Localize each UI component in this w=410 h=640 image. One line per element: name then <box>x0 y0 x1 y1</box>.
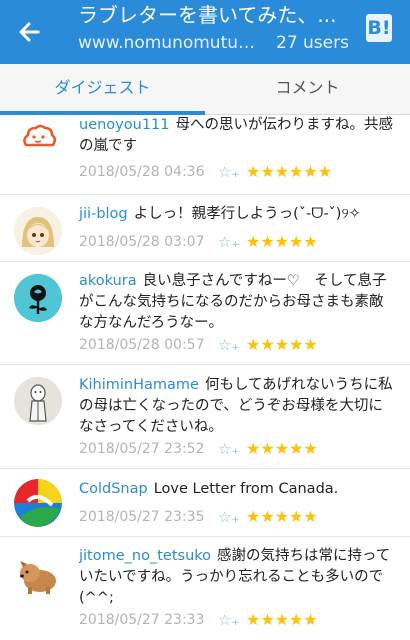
comment-body: KihiminHamame 何もしてあげれないうちに私の母は亡くなったので、どうぞ… <box>79 375 396 438</box>
star-rating: ★★★★★★ <box>246 162 333 181</box>
comment-meta: 2018/05/27 23:52 ☆₊ ★★★★★ <box>79 438 399 460</box>
comment-username[interactable]: akokura <box>79 273 137 289</box>
list-item: jii-blog よしっ！親孝行しようっ(ˇ-ᗜ-ˇ)୨✧ 2018/05/28 … <box>0 195 410 262</box>
tab-bar: ダイジェスト コメント <box>0 64 410 115</box>
comment-username[interactable]: uenoyou111 <box>79 117 170 133</box>
add-star-icon[interactable]: ☆₊ <box>218 507 239 527</box>
cloud-face-icon <box>14 115 62 163</box>
comment-meta: 2018/05/28 03:07 ☆₊ ★★★★★ <box>79 231 399 253</box>
list-item: akokura 良い息子さんですねー♡ そして息子がこんな気持ちになるのだからお母… <box>0 262 410 365</box>
page-title: ラブレターを書いてみた、... <box>78 3 337 27</box>
comment-body: akokura 良い息子さんですねー♡ そして息子がこんな気持ちになるのだからお母… <box>79 271 396 334</box>
bookmark-user-count: 27 users <box>276 33 349 53</box>
hatena-bookmark-button[interactable]: B! <box>366 14 392 42</box>
star-rating: ★★★★★ <box>246 610 318 629</box>
avatar[interactable] <box>14 207 62 255</box>
comment-list: uenoyou111 母への思いが伝わりますね。共感の嵐です 2018/05/28… <box>0 115 410 640</box>
list-item: jitome_no_tetsuko 感謝の気持ちは常に持っていたいですね。うっかり… <box>0 537 410 640</box>
comment-date: 2018/05/27 23:33 <box>79 612 205 628</box>
tab-comments[interactable]: コメント <box>205 64 410 114</box>
colorful-logo-icon <box>14 479 62 527</box>
avatar[interactable] <box>14 377 62 425</box>
comment-username[interactable]: jii-blog <box>79 206 128 222</box>
add-star-icon[interactable]: ☆₊ <box>218 232 239 252</box>
list-item: uenoyou111 母への思いが伝わりますね。共感の嵐です 2018/05/28… <box>0 115 410 195</box>
comment-username[interactable]: jitome_no_tetsuko <box>79 548 211 564</box>
comment-date: 2018/05/28 03:07 <box>79 234 205 250</box>
comment-date: 2018/05/28 04:36 <box>79 164 205 180</box>
star-rating: ★★★★★ <box>246 232 318 251</box>
star-rating: ★★★★★ <box>246 439 318 458</box>
comment-text: よしっ！親孝行しようっ(ˇ-ᗜ-ˇ)୨✧ <box>133 206 361 222</box>
comment-meta: 2018/05/28 04:36 ☆₊ ★★★★★★ <box>79 161 399 183</box>
comment-username[interactable]: KihiminHamame <box>79 377 199 393</box>
add-star-icon[interactable]: ☆₊ <box>218 335 239 355</box>
avatar[interactable] <box>14 115 62 163</box>
dog-icon <box>14 551 62 599</box>
avatar[interactable] <box>14 479 62 527</box>
comment-date: 2018/05/27 23:35 <box>79 509 205 525</box>
comment-body: ColdSnap Love Letter from Canada. <box>79 479 396 500</box>
list-item: ColdSnap Love Letter from Canada. 2018/05… <box>0 469 410 537</box>
back-arrow-icon <box>19 22 40 42</box>
tab-digest[interactable]: ダイジェスト <box>0 64 205 114</box>
add-star-icon[interactable]: ☆₊ <box>218 162 239 182</box>
avatar[interactable] <box>14 551 62 599</box>
comment-body: jitome_no_tetsuko 感謝の気持ちは常に持っていたいですね。うっかり… <box>79 546 396 609</box>
comment-meta: 2018/05/27 23:35 ☆₊ ★★★★★ <box>79 506 399 528</box>
add-star-icon[interactable]: ☆₊ <box>218 439 239 459</box>
star-rating: ★★★★★ <box>246 507 318 526</box>
list-item: KihiminHamame 何もしてあげれないうちに私の母は亡くなったので、どうぞ… <box>0 365 410 469</box>
page-url: www.nomunomutuk... <box>78 33 258 53</box>
comment-body: uenoyou111 母への思いが伝わりますね。共感の嵐です <box>79 115 396 157</box>
app-header: ラブレターを書いてみた、... www.nomunomutuk... 27 us… <box>0 0 410 64</box>
comment-meta: 2018/05/27 23:33 ☆₊ ★★★★★ <box>79 609 399 631</box>
anime-character-icon <box>14 207 62 255</box>
add-star-icon[interactable]: ☆₊ <box>218 610 239 630</box>
comment-username[interactable]: ColdSnap <box>79 481 148 497</box>
sketch-figure-icon <box>14 377 62 425</box>
rose-icon <box>14 274 62 322</box>
comment-meta: 2018/05/28 00:57 ☆₊ ★★★★★ <box>79 334 399 356</box>
avatar[interactable] <box>14 274 62 322</box>
comment-date: 2018/05/27 23:52 <box>79 441 205 457</box>
comment-text: Love Letter from Canada. <box>153 481 339 497</box>
back-button[interactable] <box>10 12 50 52</box>
comment-date: 2018/05/28 00:57 <box>79 337 205 353</box>
star-rating: ★★★★★ <box>246 335 318 354</box>
comment-body: jii-blog よしっ！親孝行しようっ(ˇ-ᗜ-ˇ)୨✧ <box>79 204 396 225</box>
